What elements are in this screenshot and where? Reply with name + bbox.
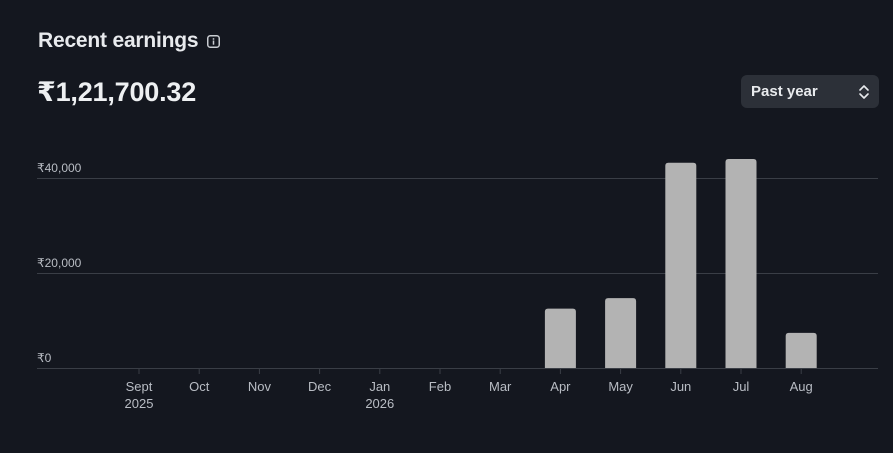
y-tick-label: ₹20,000 (37, 256, 82, 270)
x-tick-label: Apr (550, 379, 571, 394)
x-tick-label: Feb (429, 379, 451, 394)
bar (544, 308, 576, 368)
bar (665, 162, 697, 368)
y-tick-label: ₹0 (37, 351, 52, 365)
x-tick-label: Jun (670, 379, 691, 394)
x-tick-label: Mar (489, 379, 512, 394)
x-tick-label: Jul (733, 379, 750, 394)
bar (725, 159, 757, 368)
x-tick-label: Nov (248, 379, 272, 394)
x-tick-sublabel: 2025 (125, 396, 154, 411)
x-tick-label: Sept (126, 379, 153, 394)
x-tick-label: May (608, 379, 633, 394)
x-tick-label: Dec (308, 379, 332, 394)
x-tick-label: Jan (369, 379, 390, 394)
y-tick-label: ₹40,000 (37, 161, 82, 175)
x-tick-sublabel: 2026 (365, 396, 394, 411)
x-tick-label: Oct (189, 379, 210, 394)
bar (785, 332, 817, 368)
x-tick-label: Aug (790, 379, 813, 394)
bar (605, 298, 637, 368)
earnings-bar-chart: ₹0 ₹20,000 ₹40,000 Sept 2025 Oct Nov Dec Jan 2026… (37, 159, 878, 411)
earnings-panel: Recent earnings ₹1,21,700.32 Past year ₹… (0, 0, 893, 453)
